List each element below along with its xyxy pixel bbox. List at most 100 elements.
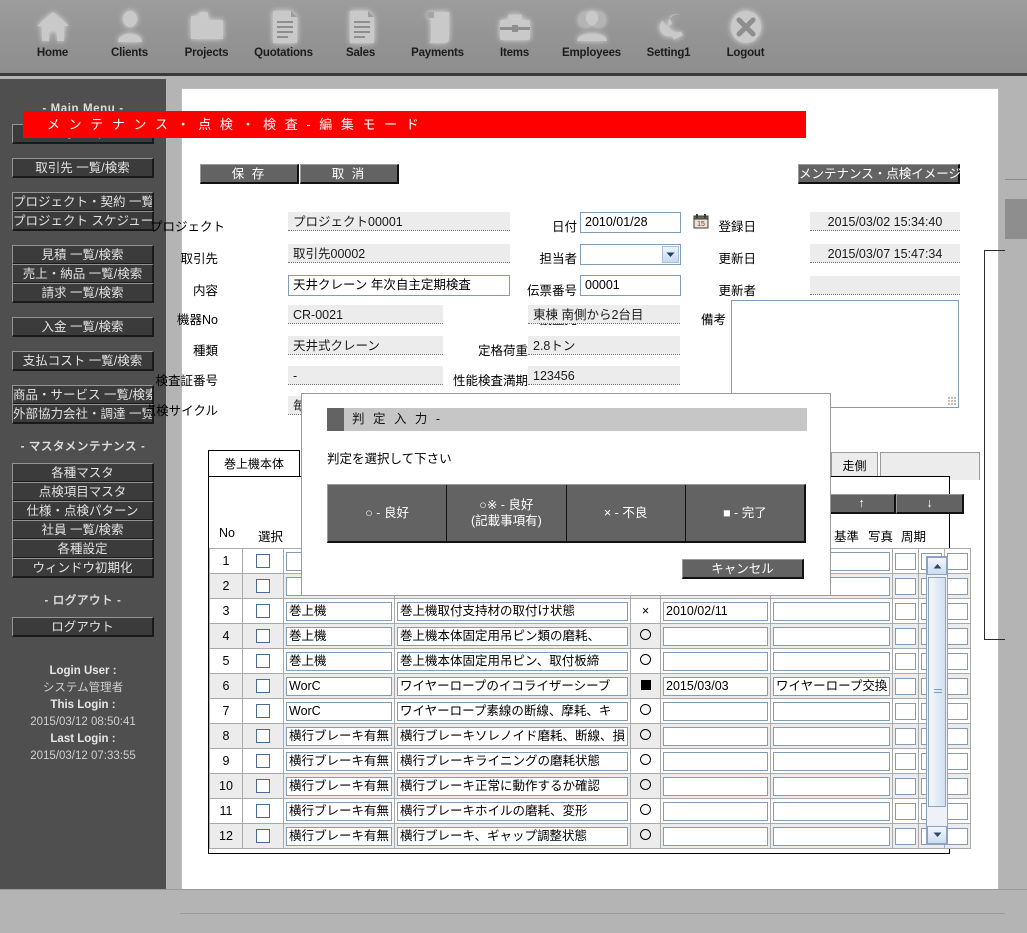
cell-select[interactable] (242, 748, 284, 774)
base-box[interactable] (895, 827, 917, 845)
table-row[interactable]: 4 巻上機 巻上機本体固定用吊ピン類の磨耗、 (209, 623, 972, 649)
date-input[interactable]: 2010/02/11 (663, 601, 769, 621)
grid-scrollbar[interactable] (926, 556, 948, 845)
sidebar-item-group4-0[interactable]: 見積 一覧/検索 (12, 245, 154, 265)
judgement-choice-2[interactable]: × - 不良 (566, 485, 686, 541)
cell-desc[interactable]: 横行ブレーキソレノイド磨耗、断線、損 (394, 723, 632, 749)
desc-input[interactable]: ワイヤーロープ素線の断線、摩耗、キ (397, 701, 629, 721)
name-input[interactable]: WorC (286, 676, 393, 696)
cell-base[interactable] (892, 648, 920, 674)
cell-judgement[interactable] (630, 623, 662, 649)
sidebar-item-group2-0[interactable]: 取引先 一覧/検索 (12, 158, 154, 178)
cell-date[interactable] (660, 773, 772, 799)
cell-cycle[interactable] (944, 823, 972, 849)
cycle-box[interactable] (947, 677, 969, 695)
cell-date[interactable] (660, 798, 772, 824)
row-checkbox[interactable] (256, 779, 270, 794)
nav-item-clients[interactable]: Clients (91, 0, 168, 59)
cycle-box[interactable] (947, 602, 969, 620)
base-box[interactable] (895, 702, 917, 720)
cell-cycle[interactable] (944, 798, 972, 824)
cycle-box[interactable] (947, 652, 969, 670)
date-input[interactable]: 2010/01/28 (580, 212, 681, 233)
name-input[interactable]: 巻上機 (286, 626, 393, 646)
cycle-box[interactable] (947, 702, 969, 720)
cell-base[interactable] (892, 623, 920, 649)
note-input[interactable] (773, 776, 891, 796)
tab-winch-body[interactable]: 巻上機本体 (208, 450, 300, 478)
name-input[interactable]: 横行ブレーキ有無 (286, 751, 393, 771)
sidebar-item-group6-0[interactable]: 支払コスト 一覧/検索 (12, 351, 154, 371)
sidebar-item-group9-0[interactable]: ログアウト (12, 617, 154, 637)
note-input[interactable] (773, 826, 891, 846)
sidebar-item-group3-1[interactable]: プロジェクト スケジュール (12, 211, 154, 231)
cell-base[interactable] (892, 748, 920, 774)
sort-down-button[interactable]: ↓ (896, 494, 964, 514)
chevron-down-icon[interactable] (662, 246, 679, 263)
cycle-box[interactable] (947, 802, 969, 820)
cell-select[interactable] (242, 798, 284, 824)
desc-input[interactable]: 横行ブレーキライニングの磨耗状態 (397, 751, 629, 771)
name-input[interactable]: 横行ブレーキ有無 (286, 826, 393, 846)
note-input[interactable]: ワイヤーロープ交換 (773, 676, 891, 696)
outer-scrollbar-thumb[interactable] (1005, 199, 1027, 239)
desc-input[interactable]: 横行ブレーキ正常に動作するか確認 (397, 776, 629, 796)
cell-judgement[interactable] (630, 748, 662, 774)
row-checkbox[interactable] (256, 604, 270, 619)
cell-cycle[interactable] (944, 748, 972, 774)
cell-name[interactable]: 横行ブレーキ有無 (282, 823, 396, 849)
nav-item-sales[interactable]: Sales (322, 0, 399, 59)
cell-judgement[interactable] (630, 823, 662, 849)
sidebar-item-group8-1[interactable]: 点検項目マスタ (12, 482, 154, 502)
judgement-choice-3[interactable]: ■ - 完了 (685, 485, 804, 541)
cell-cycle[interactable] (944, 698, 972, 724)
cell-note[interactable] (770, 748, 894, 774)
note-input[interactable] (773, 601, 891, 621)
table-row[interactable]: 3 巻上機 巻上機取付支持材の取付け状態 × 2010/02/11 (209, 598, 972, 624)
cell-select[interactable] (242, 823, 284, 849)
person-select[interactable] (580, 244, 681, 265)
cell-desc[interactable]: ワイヤーロープ素線の断線、摩耗、キ (394, 698, 632, 724)
name-input[interactable]: 横行ブレーキ有無 (286, 801, 393, 821)
cell-name[interactable]: WorC (282, 698, 396, 724)
note-input[interactable] (773, 701, 891, 721)
base-box[interactable] (895, 602, 917, 620)
cancel-button[interactable]: 取 消 (300, 164, 399, 184)
base-box[interactable] (895, 652, 917, 670)
date-input[interactable] (663, 801, 769, 821)
cell-desc[interactable]: ワイヤーロープのイコライザーシーブ (394, 673, 632, 699)
cell-date[interactable] (660, 748, 772, 774)
row-checkbox[interactable] (256, 729, 270, 744)
row-checkbox[interactable] (256, 554, 270, 569)
cell-note[interactable] (770, 798, 894, 824)
cell-date[interactable] (660, 823, 772, 849)
base-box[interactable] (895, 727, 917, 745)
note-input[interactable] (773, 726, 891, 746)
nav-item-quotations[interactable]: Quotations (245, 0, 322, 59)
desc-input[interactable]: 横行ブレーキホイルの磨耗、変形 (397, 801, 629, 821)
sidebar-item-group5-0[interactable]: 入金 一覧/検索 (12, 317, 154, 337)
cell-judgement[interactable] (630, 798, 662, 824)
cell-date[interactable] (660, 648, 772, 674)
cell-note[interactable] (770, 723, 894, 749)
cell-date[interactable] (660, 723, 772, 749)
date-input[interactable] (663, 651, 769, 671)
nav-item-employees[interactable]: Employees (553, 0, 630, 59)
cell-name[interactable]: 巻上機 (282, 598, 396, 624)
cell-desc[interactable]: 横行ブレーキ正常に動作するか確認 (394, 773, 632, 799)
table-row[interactable]: 10 横行ブレーキ有無 横行ブレーキ正常に動作するか確認 (209, 773, 972, 799)
nav-item-payments[interactable]: Payments (399, 0, 476, 59)
cell-cycle[interactable] (944, 773, 972, 799)
cycle-box[interactable] (947, 727, 969, 745)
desc-input[interactable]: 横行ブレーキソレノイド磨耗、断線、損 (397, 726, 629, 746)
cell-note[interactable] (770, 598, 894, 624)
sidebar-item-group4-1[interactable]: 売上・納品 一覧/検索 (12, 264, 154, 284)
cell-name[interactable]: 横行ブレーキ有無 (282, 723, 396, 749)
cell-base[interactable] (892, 598, 920, 624)
row-checkbox[interactable] (256, 804, 270, 819)
scroll-up-icon[interactable] (927, 557, 947, 575)
base-box[interactable] (895, 627, 917, 645)
cycle-box[interactable] (947, 752, 969, 770)
cell-date[interactable] (660, 698, 772, 724)
row-checkbox[interactable] (256, 679, 270, 694)
